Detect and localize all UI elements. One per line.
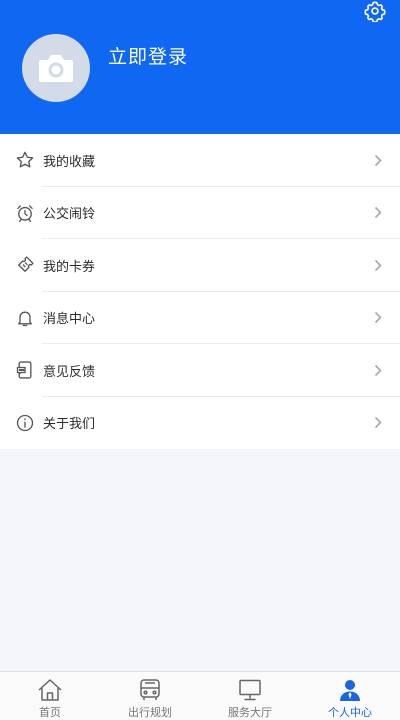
avatar[interactable]: [22, 34, 90, 102]
chevron-right-icon: [374, 259, 382, 271]
profile-header: 立即登录: [0, 0, 400, 134]
feedback-icon: [16, 361, 32, 379]
chevron-right-icon: [374, 312, 382, 324]
chevron-right-icon: [374, 364, 382, 376]
menu-list: 我的收藏 公交闹铃 我的卡券 消息中心 意见反馈 关于我们: [0, 134, 400, 449]
settings-button[interactable]: [362, 0, 388, 22]
menu-item-label: 我的收藏: [43, 154, 96, 170]
menu-item-label: 关于我们: [43, 417, 96, 433]
menu-item-label: 消息中心: [43, 312, 96, 328]
tab-label: 首页: [39, 706, 61, 719]
chevron-right-icon: [374, 154, 382, 166]
tab-label: 出行规划: [128, 706, 172, 719]
monitor-icon: [239, 679, 261, 701]
gear-icon: [364, 1, 386, 22]
tab-label: 个人中心: [328, 706, 372, 719]
info-icon: [16, 414, 34, 431]
star-icon: [16, 151, 34, 168]
bell-icon: [18, 311, 32, 326]
tab-home[interactable]: 首页: [0, 672, 100, 720]
ticket-icon: [18, 256, 34, 273]
tab-personal-center[interactable]: 个人中心: [300, 672, 400, 720]
alarm-clock-icon: [17, 205, 33, 222]
menu-item-feedback[interactable]: 意见反馈: [0, 344, 400, 397]
chevron-right-icon: [374, 207, 382, 219]
menu-item-label: 公交闹铃: [43, 207, 96, 223]
menu-item-coupons[interactable]: 我的卡券: [0, 239, 400, 292]
menu-item-favorites[interactable]: 我的收藏: [0, 134, 400, 187]
menu-item-about[interactable]: 关于我们: [0, 397, 400, 450]
home-icon: [38, 679, 62, 701]
menu-item-label: 意见反馈: [43, 364, 96, 380]
menu-item-bus-alarm[interactable]: 公交闹铃: [0, 187, 400, 240]
bus-icon: [140, 679, 160, 700]
tab-label: 服务大厅: [228, 706, 272, 719]
menu-item-label: 我的卡券: [43, 259, 96, 275]
tab-trip-planning[interactable]: 出行规划: [100, 672, 200, 720]
chevron-right-icon: [374, 417, 382, 429]
tab-service-hall[interactable]: 服务大厅: [200, 672, 300, 720]
login-link[interactable]: 立即登录: [108, 42, 188, 69]
camera-icon: [39, 55, 73, 82]
menu-item-messages[interactable]: 消息中心: [0, 292, 400, 345]
person-icon: [340, 680, 360, 701]
bottom-tab-bar: 首页 出行规划 服务大厅 个人中心: [0, 671, 400, 720]
